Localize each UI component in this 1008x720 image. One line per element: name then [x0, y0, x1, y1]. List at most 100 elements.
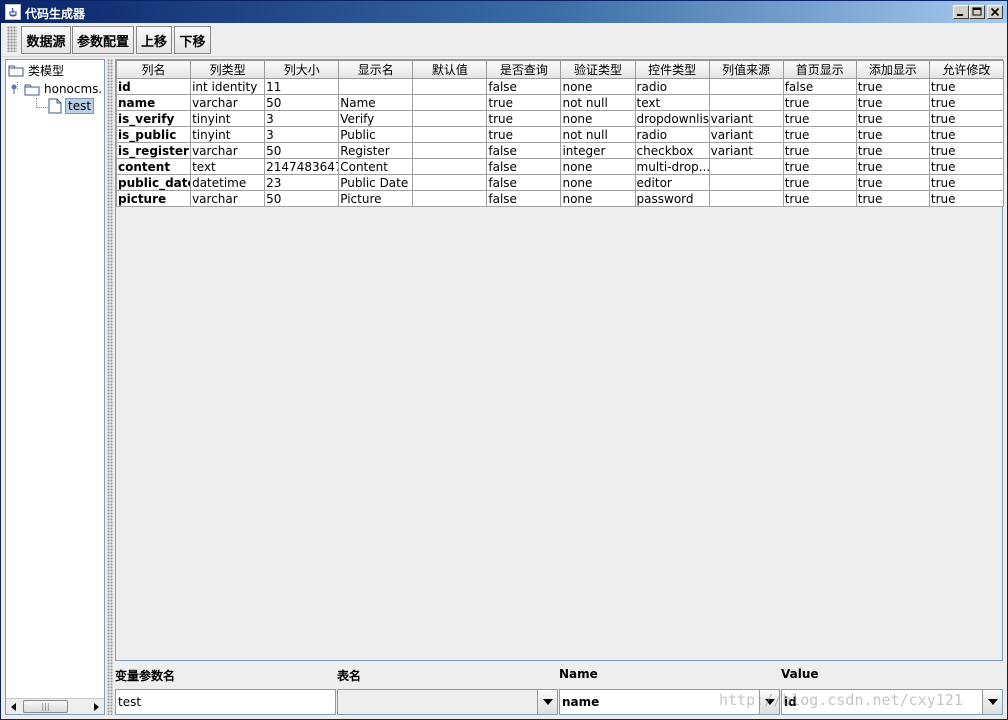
table-cell[interactable] — [412, 158, 488, 175]
table-cell[interactable]: radio — [634, 78, 710, 95]
scroll-left-icon[interactable] — [6, 699, 22, 714]
column-header[interactable]: 添加显示 — [855, 60, 930, 79]
table-cell[interactable]: true — [855, 158, 930, 175]
table-cell[interactable]: true — [486, 94, 562, 111]
param-config-button[interactable]: 参数配置 — [72, 26, 134, 54]
table-cell[interactable]: varchar — [190, 94, 266, 111]
table-cell[interactable] — [412, 142, 488, 159]
move-up-button[interactable]: 上移 — [136, 26, 172, 54]
table-cell[interactable]: true — [928, 78, 1005, 95]
table-cell[interactable]: true — [782, 94, 857, 111]
table-cell[interactable]: content — [115, 158, 192, 175]
table-row[interactable]: is_register varchar 50 Register false integer… — [115, 142, 1005, 159]
table-cell[interactable]: not null — [560, 94, 636, 111]
table-cell[interactable]: false — [782, 78, 857, 95]
table-cell[interactable]: tinyint — [190, 126, 266, 143]
table-cell[interactable]: Picture — [338, 190, 414, 207]
column-header[interactable]: 默认值 — [412, 60, 488, 79]
table-cell[interactable]: Name — [338, 94, 414, 111]
table-cell[interactable]: false — [486, 78, 562, 95]
table-cell[interactable]: true — [928, 174, 1005, 191]
table-cell[interactable] — [412, 174, 488, 191]
table-cell[interactable]: checkbox — [634, 142, 710, 159]
chevron-down-icon[interactable] — [537, 690, 557, 714]
table-cell[interactable]: true — [782, 110, 857, 127]
table-cell[interactable]: true — [855, 78, 930, 95]
table-cell[interactable]: true — [782, 174, 857, 191]
table-cell[interactable]: dropdownlist — [634, 110, 710, 127]
table-cell[interactable]: text — [190, 158, 266, 175]
table-cell[interactable]: Verify — [338, 110, 414, 127]
table-cell[interactable]: is_verify — [115, 110, 192, 127]
column-header[interactable]: 列值来源 — [708, 60, 784, 79]
column-header[interactable]: 列类型 — [190, 60, 266, 79]
table-cell[interactable]: public_date — [115, 174, 192, 191]
table-row[interactable]: picture varchar 50 Picture false none password… — [115, 190, 1005, 207]
tree-horizontal-scrollbar[interactable]: ||| — [6, 698, 104, 714]
table-cell[interactable]: true — [855, 190, 930, 207]
table-cell[interactable]: varchar — [190, 142, 266, 159]
minimize-icon[interactable] — [953, 5, 969, 19]
scroll-thumb[interactable]: ||| — [23, 700, 68, 713]
table-cell[interactable]: not null — [560, 126, 636, 143]
table-name-select[interactable] — [337, 689, 558, 715]
table-row[interactable]: id int identity 11 false none radio false true t… — [115, 78, 1005, 95]
table-cell[interactable]: Content — [338, 158, 414, 175]
table-cell[interactable]: password — [634, 190, 710, 207]
table-cell[interactable] — [338, 78, 414, 95]
table-cell[interactable]: 50 — [264, 94, 340, 111]
table-cell[interactable]: true — [855, 126, 930, 143]
table-cell[interactable] — [412, 94, 488, 111]
table-cell[interactable]: none — [560, 174, 636, 191]
table-row[interactable]: is_verify tinyint 3 Verify true none dropdownl… — [115, 110, 1005, 127]
column-header[interactable]: 是否查询 — [486, 60, 562, 79]
maximize-icon[interactable] — [969, 5, 985, 19]
column-header[interactable]: 列名 — [115, 60, 192, 79]
table-cell[interactable]: true — [782, 142, 857, 159]
table-cell[interactable]: true — [486, 110, 562, 127]
table-cell[interactable]: false — [486, 142, 562, 159]
table-cell[interactable]: true — [928, 190, 1005, 207]
table-cell[interactable]: is_register — [115, 142, 192, 159]
table-row[interactable]: content text 2147483647 Content false none mul… — [115, 158, 1005, 175]
var-name-input[interactable]: test — [115, 689, 336, 715]
table-cell[interactable]: datetime — [190, 174, 266, 191]
table-cell[interactable] — [708, 94, 784, 111]
tree-node-test[interactable]: test — [48, 97, 95, 115]
table-cell[interactable]: none — [560, 78, 636, 95]
close-icon[interactable] — [987, 5, 1003, 19]
table-cell[interactable]: none — [560, 158, 636, 175]
table-cell[interactable] — [412, 78, 488, 95]
table-cell[interactable]: true — [855, 142, 930, 159]
table-cell[interactable] — [708, 78, 784, 95]
table-cell[interactable]: variant — [708, 126, 784, 143]
table-cell[interactable]: false — [486, 158, 562, 175]
table-cell[interactable]: 23 — [264, 174, 340, 191]
table-cell[interactable]: true — [855, 174, 930, 191]
table-cell[interactable]: 11 — [264, 78, 340, 95]
column-header[interactable]: 显示名 — [338, 60, 414, 79]
table-cell[interactable]: id — [115, 78, 192, 95]
datasource-button[interactable]: 数据源 — [21, 26, 71, 54]
table-cell[interactable]: none — [560, 190, 636, 207]
table-cell[interactable]: name — [115, 94, 192, 111]
table-cell[interactable]: Public — [338, 126, 414, 143]
name-select[interactable]: name — [559, 689, 780, 715]
split-pane-divider[interactable] — [107, 59, 113, 715]
table-cell[interactable]: integer — [560, 142, 636, 159]
table-cell[interactable]: varchar — [190, 190, 266, 207]
scroll-right-icon[interactable] — [88, 699, 104, 714]
table-cell[interactable]: true — [928, 110, 1005, 127]
table-cell[interactable]: none — [560, 110, 636, 127]
chevron-down-icon[interactable] — [982, 690, 1002, 714]
table-cell[interactable]: false — [486, 174, 562, 191]
table-cell[interactable]: radio — [634, 126, 710, 143]
table-cell[interactable] — [708, 190, 784, 207]
table-cell[interactable]: is_public — [115, 126, 192, 143]
table-cell[interactable]: true — [486, 126, 562, 143]
table-cell[interactable] — [412, 110, 488, 127]
table-cell[interactable] — [412, 190, 488, 207]
table-cell[interactable]: Public Date — [338, 174, 414, 191]
table-cell[interactable]: true — [928, 94, 1005, 111]
table-cell[interactable]: true — [782, 126, 857, 143]
